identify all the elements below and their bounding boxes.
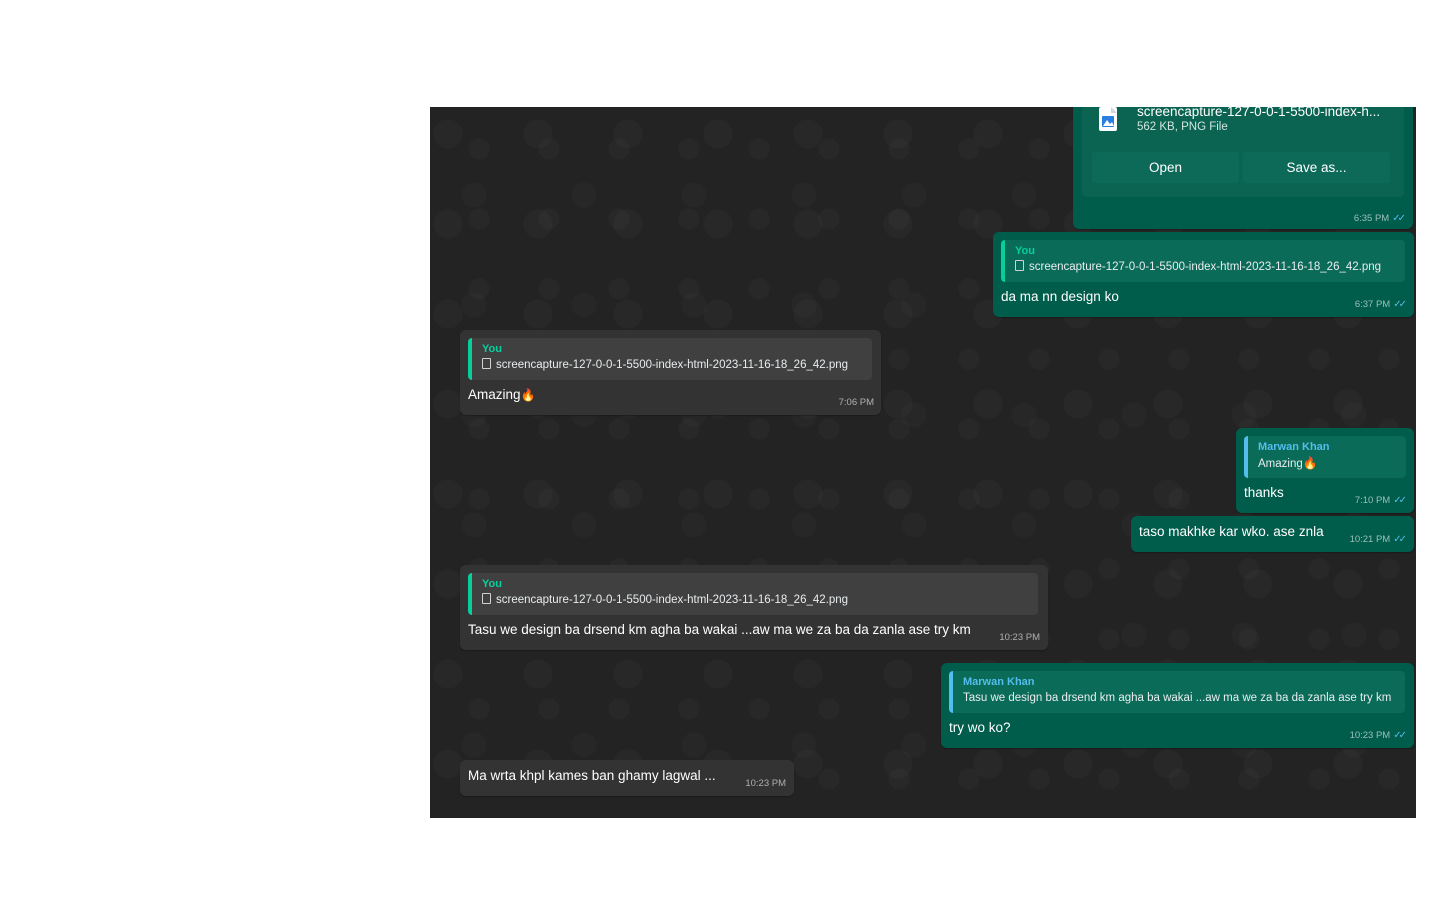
quote-author: Marwan Khan: [963, 676, 1035, 688]
message-text: thanks: [1244, 485, 1284, 500]
quote-text: Amazing: [1258, 458, 1303, 470]
double-check-icon: ✓✓: [1393, 730, 1407, 741]
file-message: screencapture-127-0-0-1-5500-index-h... …: [1073, 107, 1413, 229]
message-text: try wo ko?: [949, 720, 1011, 735]
quote-author: Marwan Khan: [1258, 441, 1330, 453]
quoted-message[interactable]: Marwan Khan Amazing🔥: [1244, 436, 1406, 478]
document-icon: [482, 358, 491, 369]
message-text: Tasu we design ba drsend km agha ba waka…: [468, 622, 971, 637]
message-text: Amazing🔥: [468, 387, 536, 402]
image-file-icon: [1099, 107, 1117, 131]
message-time: 10:23 PM ✓✓: [1349, 730, 1407, 741]
double-check-icon: ✓✓: [1392, 213, 1406, 224]
message-bubble: You screencapture-127-0-0-1-5500-index-h…: [460, 565, 1048, 650]
quote-author: You: [482, 343, 502, 355]
message-bubble: Marwan Khan Tasu we design ba drsend km …: [941, 663, 1414, 748]
message-bubble: You screencapture-127-0-0-1-5500-index-h…: [993, 232, 1414, 317]
file-name: screencapture-127-0-0-1-5500-index-h...: [1137, 107, 1381, 119]
quote-text: screencapture-127-0-0-1-5500-index-html-…: [496, 359, 849, 371]
quoted-message[interactable]: You screencapture-127-0-0-1-5500-index-h…: [1001, 240, 1405, 282]
chat-panel: screencapture-127-0-0-1-5500-index-h... …: [430, 107, 1416, 818]
message-time: 10:21 PM ✓✓: [1349, 534, 1407, 545]
fire-emoji: 🔥: [520, 388, 536, 402]
double-check-icon: ✓✓: [1393, 299, 1407, 310]
open-file-button[interactable]: Open: [1092, 152, 1239, 183]
quote-text: Tasu we design ba drsend km agha ba waka…: [963, 692, 1392, 704]
message-bubble: Ma wrta khpl kames ban ghamy lagwal ... …: [460, 760, 794, 796]
message-time: 6:37 PM ✓✓: [1354, 299, 1407, 310]
message-time: 7:06 PM: [838, 397, 874, 408]
message-time: 6:35 PM ✓✓: [1353, 213, 1406, 224]
message-time: 7:10 PM ✓✓: [1354, 495, 1407, 506]
message-bubble: taso makhke kar wko. ase znla 10:21 PM ✓✓: [1131, 516, 1414, 552]
file-info: 562 KB, PNG File: [1137, 121, 1228, 133]
file-card[interactable]: screencapture-127-0-0-1-5500-index-h... …: [1082, 107, 1404, 197]
message-bubble: You screencapture-127-0-0-1-5500-index-h…: [460, 330, 881, 415]
quoted-message[interactable]: You screencapture-127-0-0-1-5500-index-h…: [468, 573, 1038, 615]
quote-author: You: [1015, 245, 1035, 257]
quote-text: screencapture-127-0-0-1-5500-index-html-…: [1029, 261, 1382, 273]
quote-text: screencapture-127-0-0-1-5500-index-html-…: [496, 594, 849, 606]
double-check-icon: ✓✓: [1393, 495, 1407, 506]
message-text: Ma wrta khpl kames ban ghamy lagwal ...: [468, 768, 716, 783]
quoted-message[interactable]: Marwan Khan Tasu we design ba drsend km …: [949, 671, 1405, 713]
quote-author: You: [482, 578, 502, 590]
document-icon: [482, 593, 491, 604]
message-text: da ma nn design ko: [1001, 289, 1119, 304]
fire-emoji: 🔥: [1302, 456, 1318, 470]
message-time: 10:23 PM: [999, 632, 1040, 643]
double-check-icon: ✓✓: [1393, 534, 1407, 545]
document-icon: [1015, 260, 1024, 271]
message-text: taso makhke kar wko. ase znla: [1139, 524, 1324, 539]
message-bubble: Marwan Khan Amazing🔥 thanks 7:10 PM ✓✓: [1236, 428, 1414, 513]
quoted-message[interactable]: You screencapture-127-0-0-1-5500-index-h…: [468, 338, 872, 380]
save-as-button[interactable]: Save as...: [1243, 152, 1390, 183]
message-time: 10:23 PM: [745, 778, 786, 789]
